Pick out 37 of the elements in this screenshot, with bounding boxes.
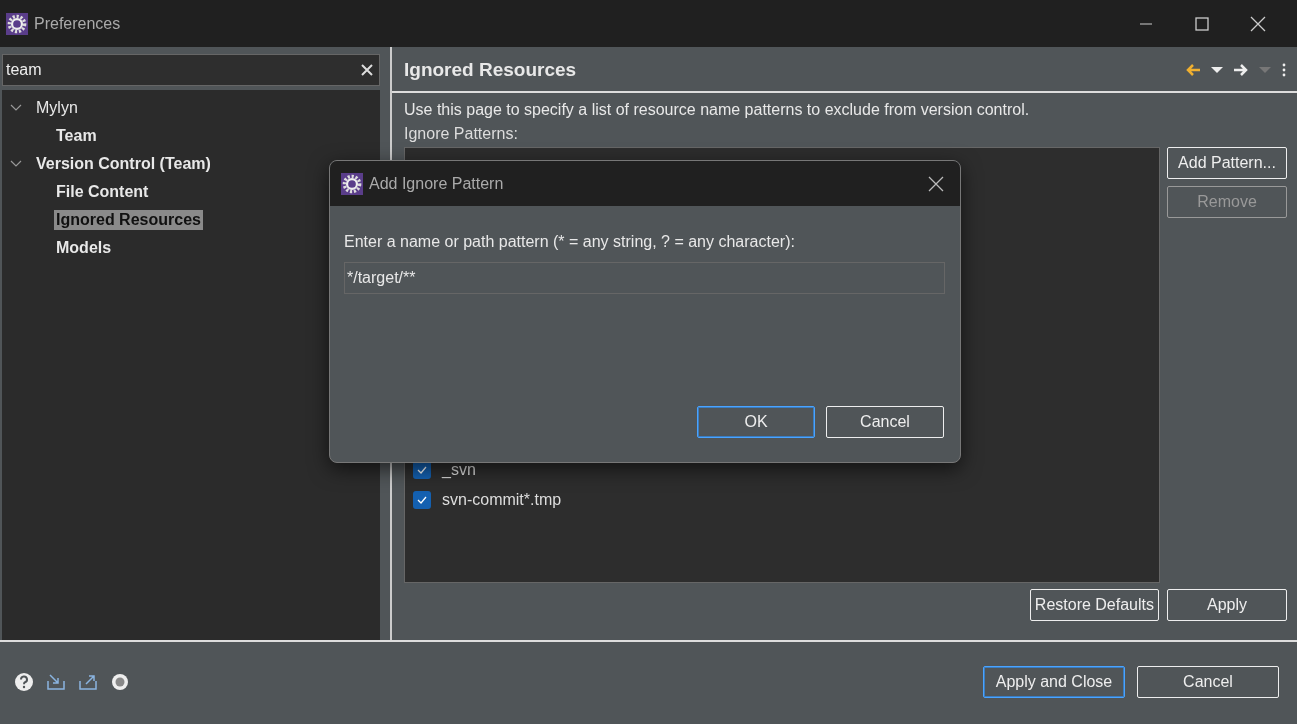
page-button[interactable]: Apply xyxy=(1167,589,1287,621)
export-icon[interactable] xyxy=(78,672,98,692)
more-icon[interactable] xyxy=(1281,63,1287,77)
tree-item[interactable]: Mylyn xyxy=(34,98,80,118)
pattern-label: svn-commit*.tmp xyxy=(442,491,562,509)
tree-item[interactable]: Team xyxy=(54,126,99,146)
tree-item[interactable]: Ignored Resources xyxy=(54,210,203,230)
page-title: Ignored Resources xyxy=(404,59,578,81)
dialog-button[interactable]: Cancel xyxy=(826,406,944,438)
app-icon xyxy=(6,12,28,35)
dialog-button[interactable]: OK xyxy=(697,406,815,438)
back-arrow-icon[interactable] xyxy=(1185,63,1201,77)
record-icon[interactable] xyxy=(110,672,130,692)
pattern-label: _svn xyxy=(442,461,476,479)
chevron-down-icon[interactable] xyxy=(10,160,22,168)
checkbox[interactable] xyxy=(413,491,431,509)
tree-item[interactable]: Models xyxy=(54,238,114,258)
dialog-icon xyxy=(341,172,363,195)
chevron-down-icon[interactable] xyxy=(10,104,22,112)
dialog-title: Add Ignore Pattern xyxy=(369,174,505,193)
filter-field[interactable]: team xyxy=(2,54,380,86)
forward-arrow-icon[interactable] xyxy=(1233,63,1249,77)
side-button[interactable]: Add Pattern... xyxy=(1167,147,1287,179)
footer-button[interactable]: Apply and Close xyxy=(983,666,1125,698)
help-icon[interactable] xyxy=(14,672,34,692)
pattern-input[interactable]: */target/** xyxy=(344,262,945,294)
page-button[interactable]: Restore Defaults xyxy=(1029,589,1159,621)
tree-item[interactable]: Version Control (Team) xyxy=(34,154,213,174)
import-icon[interactable] xyxy=(46,672,66,692)
dialog-prompt: Enter a name or path pattern (* = any string, ? = any character): xyxy=(344,233,796,251)
close-icon[interactable] xyxy=(928,175,944,192)
page-description: Use this page to specify a list of resource name patterns to exclude from version control. xyxy=(404,101,1031,119)
footer-button[interactable]: Cancel xyxy=(1137,666,1279,698)
tree-item[interactable]: File Content xyxy=(54,182,151,202)
clear-icon[interactable] xyxy=(361,64,373,76)
patterns-label: Ignore Patterns: xyxy=(404,125,519,143)
window-title: Preferences xyxy=(34,14,122,33)
